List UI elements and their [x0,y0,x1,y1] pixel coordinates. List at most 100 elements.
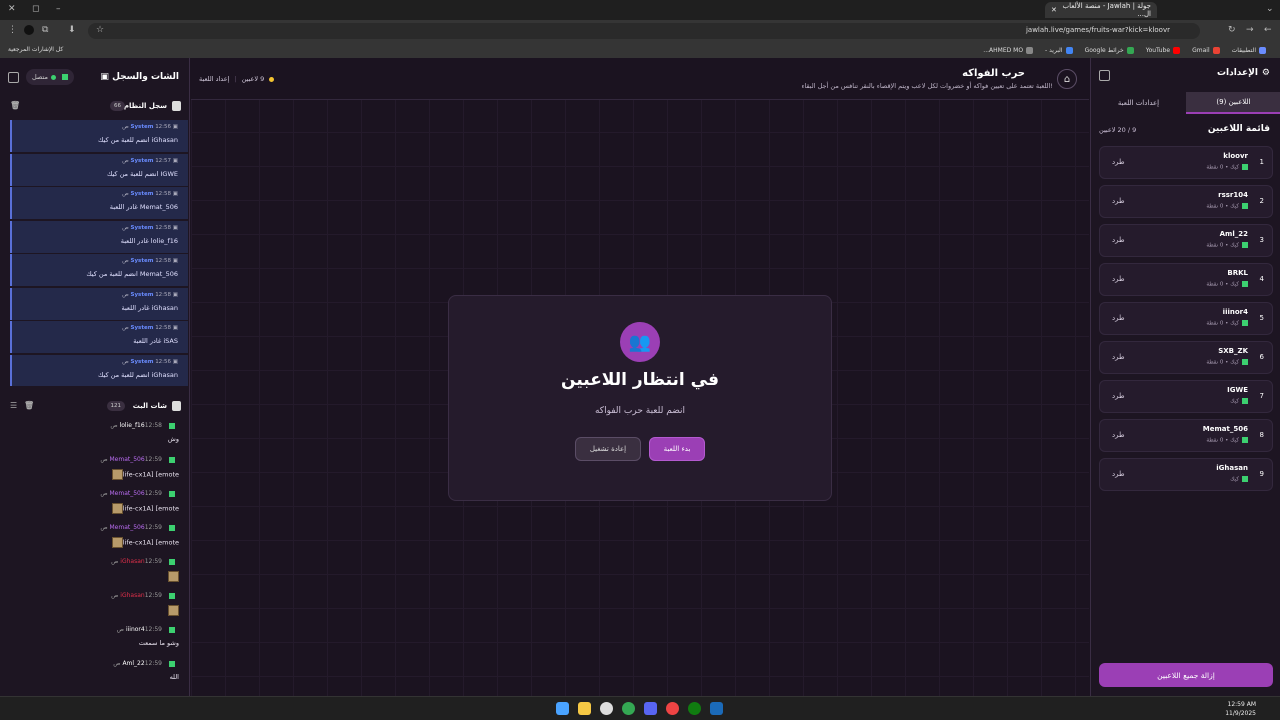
system-clock[interactable]: 12:59 AM 11/9/2025 [1225,700,1256,718]
chat-username[interactable]: Memat_506 [110,490,145,497]
url-input[interactable]: jawlah.live/games/fruits-war?kick=kloovr [88,23,1200,39]
player-name: Aml_22 [1219,230,1248,238]
kick-player-button[interactable]: طرد [1112,470,1125,478]
kick-icon [169,490,175,497]
chat-panel: الشات والسجل ▣ متصل سجل النظام 66 🗑 ▣ Sy… [0,58,190,696]
system-log-item: ▣ System 12:57 ص IGWE انضم للعبة من كيك [10,153,188,186]
tab-close-icon[interactable]: ✕ [1051,6,1057,14]
chat-body: life-cx1A] [emote [122,470,179,479]
bookmark-apps[interactable]: التطبيقات [1232,46,1266,54]
forward-icon[interactable]: → [1246,25,1254,35]
chat-username[interactable]: Memat_506 [110,524,145,531]
player-name: SXB_ZK [1218,347,1248,355]
players-list: 1 kloovr كيك • 0 نقطة طرد 2 rssr104 كيك •… [1099,146,1273,497]
system-log-list[interactable]: ▣ System 12:56 ص iGhasan انضم للعبة من ك… [10,120,188,386]
kick-player-button[interactable]: طرد [1112,431,1125,439]
collapse-panel-icon[interactable] [8,72,19,83]
kick-player-button[interactable]: طرد [1112,275,1125,283]
tab-players[interactable]: اللاعبين (9) [1186,92,1280,114]
player-meta: كيك • 0 نقطة [1206,281,1248,288]
list-icon[interactable]: ☰ [10,401,17,410]
start-icon[interactable] [556,702,569,715]
remove-all-players-button[interactable]: إزالة جميع اللاعبين [1099,663,1273,687]
player-rank: 6 [1259,353,1264,361]
browser-tab-bar: ✕ ◻ – + جولة | Jawlah - منصة الألعاب ال.… [0,0,1280,20]
profile-avatar[interactable] [24,25,34,35]
kick-player-button[interactable]: طرد [1112,197,1125,205]
restart-button[interactable]: إعادة تشغيل [575,437,641,461]
system-log-item: ▣ System 12:58 ص iGhasan غادر اللعبة [10,287,188,320]
trash-icon[interactable]: 🗑 [24,401,34,410]
kick-icon [1242,164,1248,170]
steam-icon[interactable] [710,702,723,715]
settings-icon[interactable] [600,702,613,715]
chat-username[interactable]: iiinor4 [126,626,145,633]
chat-username[interactable]: iGhasan [120,592,144,599]
chat-username[interactable]: iGhasan [120,558,144,565]
player-rank: 9 [1259,470,1264,478]
kick-player-button[interactable]: طرد [1112,158,1125,166]
waiting-subtitle: انضم للعبة حرب الفواكه [594,406,686,416]
player-meta: كيك • 0 نقطة [1206,437,1248,444]
chat-username[interactable]: lolie_f16 [120,422,145,429]
kick-player-button[interactable]: طرد [1112,314,1125,322]
game-title: حرب الفواكه [962,68,1025,79]
status-dot-icon [269,76,275,82]
app-icon[interactable] [666,702,679,715]
chat-message: Memat_50612:59 ص life-cx1A] [emote [0,524,189,558]
reload-icon[interactable]: ↻ [1228,25,1236,35]
extensions-icon[interactable]: ⧉ [42,25,48,35]
browser-tab[interactable]: جولة | Jawlah - منصة الألعاب ال... ✕ [1045,2,1157,18]
bookmark-youtube[interactable]: YouTube [1146,46,1181,54]
game-setup-link[interactable]: إعداد اللعبة [199,75,229,83]
chat-username[interactable]: Aml_22 [122,660,144,667]
system-icon: ▣ [172,325,178,331]
kick-player-button[interactable]: طرد [1112,353,1125,361]
downloads-icon[interactable]: ⬇ [68,25,76,35]
live-chat-list[interactable]: lolie_f1612:58 ص وش Memat_50612:59 ص life… [0,422,189,696]
minimize-window-icon[interactable]: – [56,4,61,14]
kick-player-button[interactable]: طرد [1112,236,1125,244]
xbox-icon[interactable] [688,702,701,715]
start-game-button[interactable]: بدء اللعبة [649,437,705,461]
bookmark-mail[interactable]: البريد - [1045,46,1073,54]
bookmark-gmail[interactable]: Gmail [1192,46,1220,54]
system-icon: ▣ [172,224,178,231]
system-log-item: ▣ System 12:58 ص Memat_506 غادر اللعبة [10,187,188,219]
close-window-icon[interactable]: ✕ [8,4,16,14]
all-bookmarks[interactable]: كل الإشارات المرجعية [8,46,63,53]
bookmark-ahmed[interactable]: AHMED MO... [983,46,1034,54]
player-rank: 4 [1259,275,1264,283]
log-icon [172,101,181,111]
file-explorer-icon[interactable] [578,702,591,715]
chat-message: iGhasan12:59 ص [0,558,189,592]
tab-game-settings[interactable]: إعدادات اللعبة [1091,92,1186,114]
back-icon[interactable]: ← [1264,25,1272,35]
player-meta: كيك • 0 نقطة [1206,203,1248,210]
kick-icon [169,422,175,429]
bookmark-star-icon[interactable]: ☆ [96,25,104,35]
emote-image [168,605,179,616]
bookmark-maps[interactable]: خرائط Google [1085,46,1134,54]
home-button[interactable]: ⌂ [1057,69,1077,89]
player-name: IGWE [1227,386,1248,394]
player-rank: 3 [1259,236,1264,244]
chat-body: life-cx1A] [emote [122,538,179,547]
tab-search-icon[interactable]: ⌄ [1266,4,1274,14]
chat-message: lolie_f1612:58 ص وش [0,422,189,456]
taskbar: 12:59 AM 11/9/2025 [0,696,1280,720]
trash-icon[interactable]: 🗑 [10,101,20,110]
kick-icon [1242,242,1248,248]
chat-body: وش [167,435,179,443]
player-name: iiinor4 [1222,308,1248,316]
app: الشات والسجل ▣ متصل سجل النظام 66 🗑 ▣ Sy… [0,58,1280,696]
kick-player-button[interactable]: طرد [1112,392,1125,400]
collapse-panel-icon[interactable] [1099,70,1110,81]
kick-icon [1242,398,1248,404]
kick-icon [62,74,69,80]
chrome-icon[interactable] [622,702,635,715]
chat-username[interactable]: Memat_506 [110,456,145,463]
restore-window-icon[interactable]: ◻ [32,4,39,14]
menu-icon[interactable]: ⋮ [8,25,17,35]
discord-icon[interactable] [644,702,657,715]
